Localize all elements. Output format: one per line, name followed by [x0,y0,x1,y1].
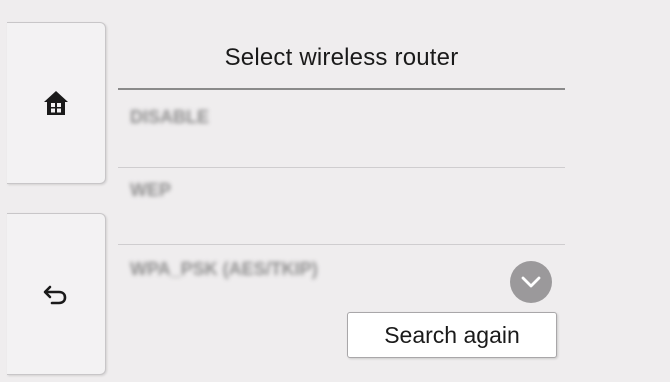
back-arrow-icon [43,285,67,305]
router-list-item[interactable]: DISABLE [118,90,565,168]
home-button[interactable] [7,22,106,184]
search-again-button[interactable]: Search again [347,312,557,358]
router-list-item[interactable]: WEP [118,168,565,246]
screen-title: Select wireless router [224,44,459,71]
scroll-down-button[interactable] [510,261,552,303]
router-list-item[interactable]: WPA_PSK (AES/TKIP) [118,245,565,305]
back-button[interactable] [7,213,106,375]
home-icon [44,91,68,115]
chevron-down-icon [521,276,541,288]
router-name: WEP [130,180,172,200]
printer-touch-screen: Select wireless router DISABLE WEP WPA_P… [0,0,670,382]
router-name: WPA_PSK (AES/TKIP) [130,259,318,279]
router-name: DISABLE [130,107,210,127]
